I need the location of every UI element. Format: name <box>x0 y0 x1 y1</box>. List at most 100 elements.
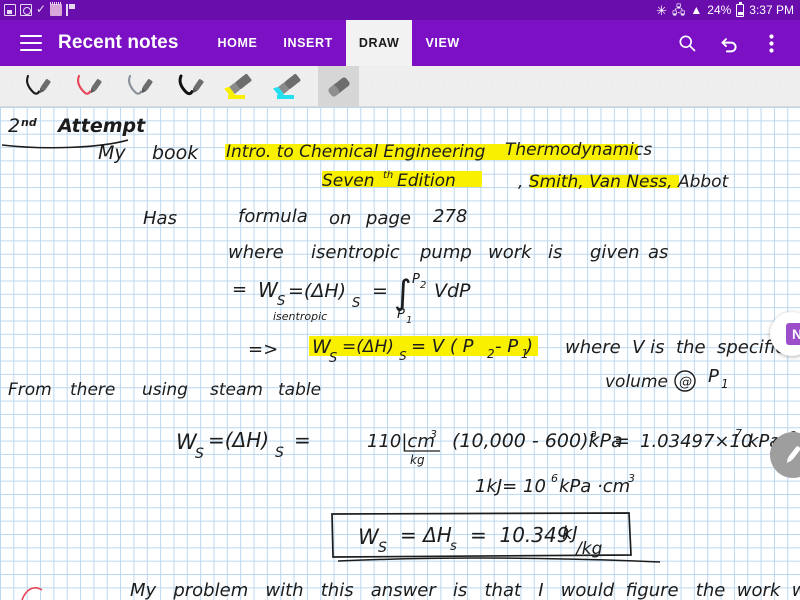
svg-text:S: S <box>195 446 204 462</box>
svg-text:Has: Has <box>143 208 177 229</box>
handwritten-ink-layer: 2 nd Attempt My book Intro. to Chemical … <box>1 115 800 600</box>
svg-text:book: book <box>152 142 199 164</box>
svg-text:2: 2 <box>420 280 426 291</box>
svg-text:as: as <box>648 242 668 263</box>
svg-text:W: W <box>312 336 332 358</box>
svg-text:table: table <box>278 380 321 400</box>
svg-text:kJ: kJ <box>562 523 578 544</box>
hamburger-menu-icon[interactable] <box>20 35 42 51</box>
svg-text:=(ΔH): =(ΔH) <box>288 280 346 302</box>
ink-boxed-answer: W S = ΔH s = 10.349 kJ /kg <box>331 512 661 563</box>
onenote-n-icon: N <box>786 323 800 345</box>
svg-text:S: S <box>352 296 360 311</box>
battery-icon <box>736 1 745 17</box>
svg-text:where: where <box>228 242 284 263</box>
tab-draw[interactable]: DRAW <box>345 20 413 66</box>
svg-text:3: 3 <box>628 472 635 485</box>
svg-text:278: 278 <box>433 206 467 227</box>
flag-icon <box>66 4 76 16</box>
onenote-icon <box>50 2 63 16</box>
svg-text:volume: volume <box>605 372 668 392</box>
pen-black-tool[interactable] <box>16 66 57 107</box>
note-canvas[interactable]: 2 nd Attempt My book Intro. to Chemical … <box>0 107 800 600</box>
svg-text:using: using <box>142 380 188 400</box>
svg-text:S: S <box>277 294 285 309</box>
svg-text:110|cm: 110|cm <box>367 431 435 452</box>
svg-text:on: on <box>329 208 351 229</box>
svg-text:Edition: Edition <box>397 171 456 191</box>
svg-text:3: 3 <box>430 428 437 441</box>
status-bar-notifications: ✓ <box>4 2 76 17</box>
svg-text:1kJ= 10: 1kJ= 10 <box>475 476 546 497</box>
pen-red-tool[interactable] <box>67 66 108 107</box>
note-title-ink: 2 nd Attempt <box>1 115 146 149</box>
svg-text:(10,000 - 600)kPa: (10,000 - 600)kPa <box>452 430 623 452</box>
tab-home[interactable]: HOME <box>205 20 271 66</box>
svg-text:P: P <box>412 272 420 287</box>
svg-text:1.03497×10: 1.03497×10 <box>640 431 752 452</box>
ink-formula-result-line: => W S =(ΔH) S = V ( P 2 - P 1 ) where V… <box>248 336 785 392</box>
svg-text:formula: formula <box>238 206 308 227</box>
svg-text:=: = <box>232 279 247 300</box>
ink-line-edition: Seven th Edition , Smith, Van Ness, Abbo… <box>322 170 730 192</box>
eraser-tool[interactable] <box>318 66 359 107</box>
onenote-app-window: ✓ ✳ 🖧 ▲ 24% 3:37 PM Recent notes HOME IN… <box>0 0 800 600</box>
svg-text:kPa ·cm: kPa ·cm <box>559 476 630 497</box>
svg-text:∫: ∫ <box>394 273 412 313</box>
onenote-floating-badge[interactable]: N <box>770 312 800 356</box>
svg-text:W: W <box>358 525 380 549</box>
svg-text:= ΔH: = ΔH <box>400 523 452 547</box>
search-icon[interactable] <box>668 24 706 62</box>
ink-formula-computation: W S =(ΔH) S = 110|cm 3 kg (10,000 - 600)… <box>176 427 796 469</box>
overflow-menu-icon[interactable] <box>752 24 790 62</box>
svg-text:=(ΔH): =(ΔH) <box>342 337 394 357</box>
signal-off-icon: 🖧 <box>671 3 686 17</box>
ink-line-my-book: My book Intro. to Chemical Engineering T… <box>98 140 652 164</box>
svg-text:nd: nd <box>21 116 37 129</box>
highlighter-cyan-tool[interactable] <box>269 66 310 107</box>
highlighter-yellow-tool[interactable] <box>220 66 261 107</box>
svg-text:My: My <box>98 142 126 164</box>
svg-text:= V ( P: = V ( P <box>411 336 474 357</box>
save-icon <box>4 4 16 16</box>
svg-text:2: 2 <box>487 347 495 361</box>
ink-line-unit-conversion: 1kJ= 10 6 kPa ·cm 3 <box>475 472 635 497</box>
ink-line-steam-table: From there using steam table <box>8 380 321 400</box>
svg-text:is: is <box>548 242 562 263</box>
undo-icon[interactable] <box>710 24 748 62</box>
svg-text:S: S <box>329 351 337 366</box>
ink-red-annotation: My problem with this answer is that I wo… <box>21 580 800 600</box>
svg-text:W: W <box>258 278 279 302</box>
tab-insert[interactable]: INSERT <box>270 20 345 66</box>
svg-text:2: 2 <box>8 115 20 137</box>
svg-text:Seven: Seven <box>322 171 375 191</box>
check-icon: ✓ <box>36 2 47 16</box>
svg-text:1: 1 <box>406 315 412 326</box>
svg-text:Intro. to Chemical Engineering: Intro. to Chemical Engineering <box>226 142 486 162</box>
ink-formula-integral: = W S =(ΔH) S = ∫ P 2 P 1 VdP isentropic <box>232 272 471 326</box>
page-title: Recent notes <box>58 32 179 53</box>
svg-text:s: s <box>450 539 457 554</box>
svg-text:1: 1 <box>721 377 729 391</box>
svg-text:steam: steam <box>210 380 263 400</box>
svg-text:S: S <box>275 445 284 461</box>
draw-tools-toolbar <box>0 66 800 107</box>
svg-text:page: page <box>365 208 411 229</box>
svg-text:S: S <box>399 349 407 363</box>
svg-text:pump: pump <box>419 242 472 263</box>
svg-text:a: a <box>590 427 597 440</box>
pen-floating-button[interactable] <box>770 432 800 478</box>
svg-text:isentropic: isentropic <box>311 242 400 263</box>
pen-black-thick-tool[interactable] <box>169 66 210 107</box>
svg-text:given: given <box>590 242 640 263</box>
svg-text:Thermodynamics: Thermodynamics <box>505 140 652 160</box>
android-status-bar: ✓ ✳ 🖧 ▲ 24% 3:37 PM <box>0 0 800 20</box>
bluetooth-icon: ✳ <box>656 2 667 18</box>
tab-view[interactable]: VIEW <box>412 20 472 66</box>
svg-text:- P: - P <box>495 336 518 357</box>
svg-text:P: P <box>708 366 719 387</box>
svg-text:My problem with this a: My problem with this answer is that I wo… <box>130 580 800 600</box>
ink-line-where-isentropic: where isentropic pump work is given as <box>228 242 668 263</box>
pen-gray-tool[interactable] <box>118 66 159 107</box>
svg-text:, Smith, Van Ness, Abbot: , Smith, Van Ness, Abbot <box>518 172 730 192</box>
